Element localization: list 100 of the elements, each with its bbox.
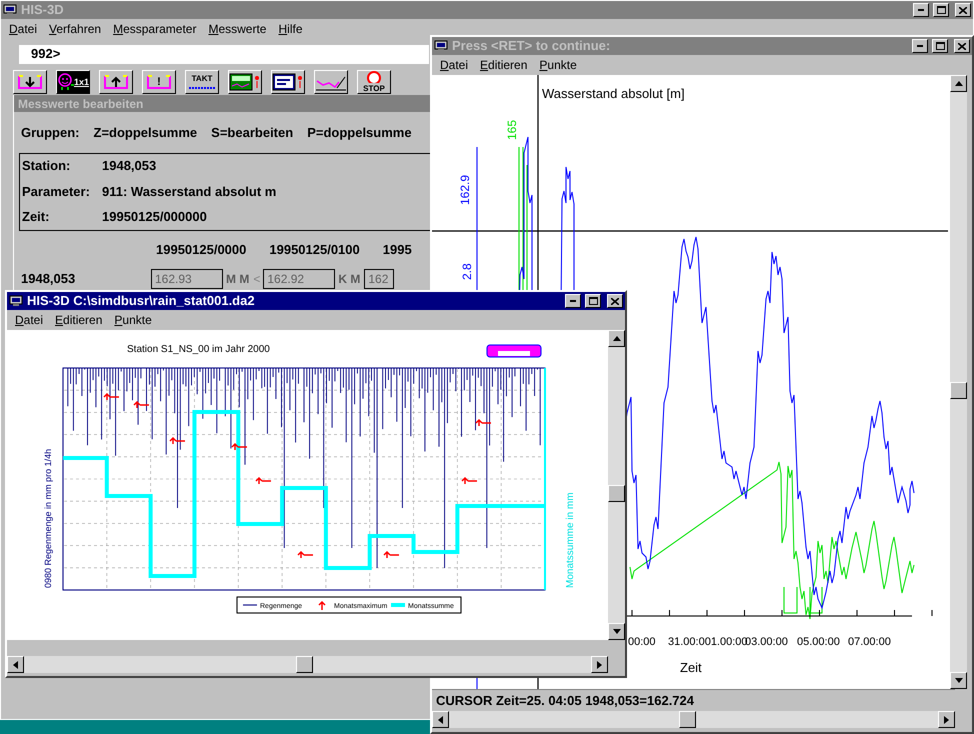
- x-tick-label: 07.00:00: [848, 636, 891, 648]
- window-title: HIS-3D: [21, 1, 65, 20]
- command-field[interactable]: 992>: [19, 44, 429, 64]
- toolbar-button[interactable]: [228, 70, 262, 94]
- x-tick-label: 05.00:00: [797, 636, 840, 648]
- maximize-button[interactable]: [585, 294, 601, 308]
- toolbar-button[interactable]: 1x1: [56, 70, 90, 94]
- smiley-icon: [57, 73, 74, 91]
- maximize-icon: [936, 42, 944, 50]
- close-icon: [958, 42, 966, 50]
- close-icon: [959, 6, 967, 14]
- right-arrow-icon: [944, 716, 949, 724]
- x-tick-label: 03.00:00: [745, 636, 788, 648]
- axis-value-label: 162.9: [458, 174, 472, 205]
- scroll-thumb[interactable]: [678, 711, 696, 728]
- menu-item[interactable]: Punkte: [114, 311, 152, 329]
- column-header: 19950125/0100: [269, 240, 360, 258]
- left-arrow-icon: [13, 660, 18, 668]
- display-icon: [229, 73, 261, 91]
- row-label: 1948,053: [20, 270, 76, 288]
- marker-label: <: [253, 271, 260, 288]
- group-entry: Z=doppelsumme: [94, 124, 198, 142]
- menu-item[interactable]: Editieren: [55, 311, 102, 329]
- scroll-thumb[interactable]: [296, 656, 314, 673]
- toolbar-button[interactable]: [13, 70, 47, 94]
- minimize-icon: [917, 45, 923, 47]
- window-title: HIS-3D C:\simdbusr\rain_stat001.da2: [27, 292, 256, 310]
- maximum-arrow-icon: [103, 392, 120, 401]
- x-tick-label: 00:00: [628, 636, 656, 648]
- scroll-thumb[interactable]: [950, 382, 967, 399]
- groups-label: Gruppen:: [21, 124, 80, 142]
- toolbar-button[interactable]: [271, 70, 305, 94]
- down-arrow-icon: [954, 678, 962, 683]
- flag-label: M M: [226, 271, 250, 288]
- horizontal-scrollbar[interactable]: [7, 656, 608, 673]
- info-value: 1948,053: [102, 157, 156, 176]
- pulse-icon: [188, 84, 216, 90]
- menu-item[interactable]: Messparameter: [113, 20, 196, 38]
- scroll-thumb[interactable]: [608, 485, 625, 502]
- menu-item[interactable]: Datei: [440, 56, 468, 74]
- logo-badge: [486, 344, 542, 358]
- bracket-icon: [146, 74, 172, 90]
- toolbar-button[interactable]: [314, 70, 348, 94]
- info-label: Station:: [22, 157, 72, 176]
- maximum-arrow-icon: [231, 442, 248, 451]
- minimize-button[interactable]: [565, 294, 581, 308]
- horizontal-scrollbar[interactable]: [432, 711, 955, 728]
- up-arrow-icon: [103, 74, 129, 90]
- scroll-left-button[interactable]: [7, 656, 24, 673]
- close-button[interactable]: [607, 294, 623, 308]
- maximum-arrow-icon: [133, 400, 150, 409]
- right-arrow-icon: [597, 660, 602, 668]
- scroll-down-button[interactable]: [950, 672, 967, 689]
- menu-item[interactable]: Verfahren: [49, 20, 102, 38]
- display-icon: [272, 73, 304, 91]
- info-value: 19950125/000000: [102, 208, 207, 226]
- maximum-arrow-icon: [383, 550, 400, 559]
- menu-item[interactable]: Datei: [15, 311, 44, 329]
- scroll-left-button[interactable]: [432, 711, 449, 728]
- vertical-scrollbar[interactable]: [950, 75, 967, 689]
- menu-item[interactable]: Punkte: [539, 56, 577, 74]
- menu-item[interactable]: Editieren: [480, 56, 528, 74]
- status-text: CURSOR Zeit=25. 04:05 1948,053=162.724: [436, 692, 694, 710]
- maximize-button[interactable]: [932, 39, 948, 53]
- menu-item[interactable]: Datei: [9, 20, 38, 38]
- column-header: 19950125/0000: [156, 240, 246, 258]
- toolbar-button[interactable]: !: [142, 70, 176, 94]
- chart-title: Station S1_NS_00 im Jahr 2000: [127, 344, 270, 355]
- minimize-icon: [570, 300, 576, 302]
- axis-value-label: 2.8: [460, 263, 474, 280]
- minimize-button[interactable]: [912, 39, 928, 53]
- vertical-scrollbar[interactable]: [608, 330, 625, 640]
- maximum-arrow-icon: [461, 476, 478, 485]
- scroll-right-button[interactable]: [938, 711, 955, 728]
- scroll-right-button[interactable]: [591, 656, 608, 673]
- maximum-arrow-icon: [255, 476, 272, 485]
- info-label: Zeit:: [22, 208, 50, 226]
- y-axis-label: Monatssumme in mm: [565, 492, 576, 588]
- maximum-arrow-icon: [297, 550, 314, 559]
- menu-item[interactable]: Hilfe: [278, 20, 302, 38]
- toolbar-button[interactable]: STOP: [357, 70, 391, 94]
- scroll-down-button[interactable]: [608, 623, 625, 640]
- left-arrow-icon: [438, 716, 443, 724]
- y-axis-label: 0980 Regenmenge in mm pro 1/4h: [43, 448, 53, 588]
- toolbar-button[interactable]: TAKT: [185, 70, 219, 94]
- flag-label: K M: [338, 271, 360, 288]
- menu-item[interactable]: Messwerte: [208, 20, 266, 38]
- minimize-button[interactable]: [913, 3, 929, 17]
- scroll-up-button[interactable]: [608, 330, 625, 347]
- close-button[interactable]: [955, 3, 971, 17]
- up-arrow-icon: [954, 81, 962, 86]
- legend-swatch-icon: [391, 603, 405, 607]
- toolbar-button[interactable]: [99, 70, 133, 94]
- legend-swatch-icon: [318, 600, 326, 611]
- maximum-arrow-icon: [169, 436, 186, 445]
- scroll-up-button[interactable]: [950, 75, 967, 92]
- close-button[interactable]: [954, 39, 970, 53]
- maximize-button[interactable]: [933, 3, 949, 17]
- info-value: 911: Wasserstand absolut m: [102, 182, 276, 201]
- axis-value-label: 165: [505, 120, 519, 140]
